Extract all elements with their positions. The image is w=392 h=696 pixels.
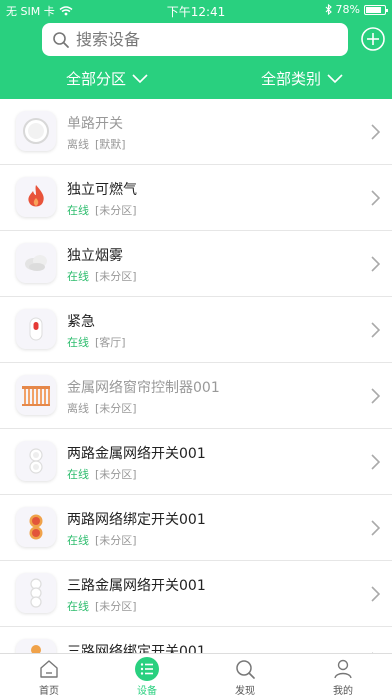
tab-home[interactable]: 首页 xyxy=(0,654,98,696)
battery-icon xyxy=(364,4,388,15)
device-status: 在线 xyxy=(67,600,89,613)
single-switch-icon xyxy=(16,111,56,151)
device-name: 独立可燃气 xyxy=(67,182,137,198)
zone-filter-dropdown[interactable]: 全部分区 xyxy=(66,68,148,89)
search-input[interactable] xyxy=(76,30,326,49)
device-name: 两路网络绑定开关001 xyxy=(67,512,206,528)
device-status: 在线 xyxy=(67,204,89,217)
app-header: 无 SIM 卡 下午12:41 78% 全部分区 xyxy=(0,0,392,99)
profile-icon xyxy=(334,659,352,679)
device-status: 离线 xyxy=(67,402,89,415)
device-name: 三路金属网络开关001 xyxy=(67,578,206,594)
tab-devices-label: 设备 xyxy=(137,686,157,696)
device-row[interactable]: 紧急 在线 [客厅] xyxy=(0,297,392,363)
device-list-icon xyxy=(135,657,159,681)
tab-devices[interactable]: 设备 xyxy=(98,654,196,696)
device-zone: [客厅] xyxy=(95,336,126,349)
category-filter-dropdown[interactable]: 全部类别 xyxy=(261,68,343,89)
tab-discover-label: 发现 xyxy=(235,686,255,696)
tab-profile-label: 我的 xyxy=(333,686,353,696)
device-name: 单路开关 xyxy=(67,116,123,132)
bluetooth-icon xyxy=(325,4,332,15)
device-row[interactable]: 独立烟雾 在线 [未分区] xyxy=(0,231,392,297)
chevron-right-icon xyxy=(371,190,380,206)
device-row[interactable]: 独立可燃气 在线 [未分区] xyxy=(0,165,392,231)
device-row[interactable]: 三路金属网络开关001 在线 [未分区] xyxy=(0,561,392,627)
chevron-right-icon xyxy=(371,388,380,404)
device-name: 紧急 xyxy=(67,314,95,330)
two-way-switch-icon xyxy=(16,441,56,481)
add-device-button[interactable] xyxy=(360,26,386,52)
two-way-bind-switch-icon xyxy=(16,507,56,547)
device-status: 在线 xyxy=(67,336,89,349)
category-filter-label: 全部类别 xyxy=(261,70,322,88)
bottom-tab-bar: 首页 设备 发现 我的 xyxy=(0,653,392,696)
device-row[interactable]: 金属网络窗帘控制器001 离线 [未分区] xyxy=(0,363,392,429)
device-zone: [未分区] xyxy=(95,468,137,481)
zone-filter-label: 全部分区 xyxy=(66,70,127,88)
device-list: 单路开关 离线 [默默] 独立可燃气 在线 [未分区] 独立烟雾 在线 [未分区] 紧… xyxy=(0,99,392,653)
three-way-bind-switch-icon xyxy=(16,639,56,653)
device-name: 三路网络绑定开关001 xyxy=(67,644,206,653)
device-row[interactable]: 单路开关 离线 [默默] xyxy=(0,99,392,165)
chevron-right-icon xyxy=(371,124,380,140)
search-bar[interactable] xyxy=(42,23,348,56)
device-name: 金属网络窗帘控制器001 xyxy=(67,380,220,396)
chevron-right-icon xyxy=(371,322,380,338)
discover-search-icon xyxy=(236,660,255,679)
three-way-switch-icon xyxy=(16,573,56,613)
tab-home-label: 首页 xyxy=(39,686,59,696)
gas-sensor-icon xyxy=(16,177,56,217)
chevron-right-icon xyxy=(371,586,380,602)
device-row[interactable]: 两路网络绑定开关001 在线 [未分区] xyxy=(0,495,392,561)
home-icon xyxy=(40,660,58,678)
device-zone: [未分区] xyxy=(95,270,137,283)
device-name: 独立烟雾 xyxy=(67,248,123,264)
device-zone: [未分区] xyxy=(95,600,137,613)
device-status: 离线 xyxy=(67,138,89,151)
search-icon xyxy=(53,31,69,48)
chevron-down-icon xyxy=(132,73,148,83)
device-status: 在线 xyxy=(67,270,89,283)
chevron-right-icon xyxy=(371,256,380,272)
chevron-down-icon xyxy=(327,73,343,83)
device-zone: [默默] xyxy=(95,138,126,151)
curtain-controller-icon xyxy=(16,375,56,415)
device-zone: [未分区] xyxy=(95,534,137,547)
device-row[interactable]: 两路金属网络开关001 在线 [未分区] xyxy=(0,429,392,495)
device-row[interactable]: 三路网络绑定开关001 xyxy=(0,627,392,653)
device-status: 在线 xyxy=(67,534,89,547)
device-zone: [未分区] xyxy=(95,204,137,217)
device-zone: [未分区] xyxy=(95,402,137,415)
tab-discover[interactable]: 发现 xyxy=(196,654,294,696)
tab-profile[interactable]: 我的 xyxy=(294,654,392,696)
chevron-right-icon xyxy=(371,520,380,536)
battery-percent: 78% xyxy=(335,3,360,16)
chevron-right-icon xyxy=(371,454,380,470)
status-bar: 无 SIM 卡 下午12:41 78% xyxy=(0,0,392,20)
emergency-button-icon xyxy=(16,309,56,349)
device-name: 两路金属网络开关001 xyxy=(67,446,206,462)
device-status: 在线 xyxy=(67,468,89,481)
smoke-sensor-icon xyxy=(16,243,56,283)
